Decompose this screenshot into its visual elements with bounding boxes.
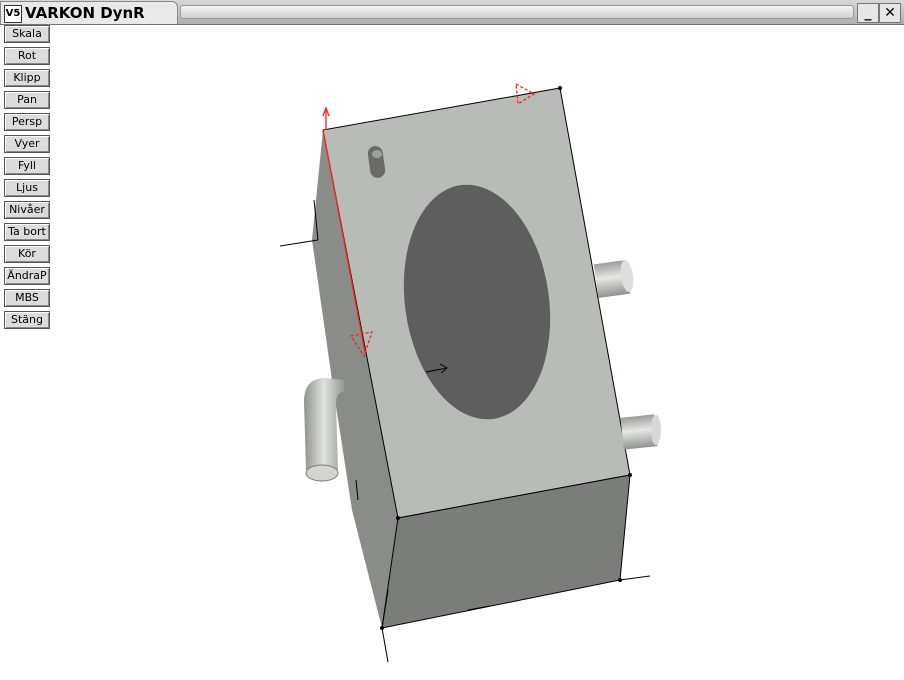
ljus-button[interactable]: Ljus xyxy=(4,179,50,197)
title-drag-area[interactable] xyxy=(180,5,854,19)
3d-viewport[interactable] xyxy=(56,25,904,680)
slot-hole-top xyxy=(372,150,382,158)
ta-bort-button[interactable]: Ta bort xyxy=(4,223,50,241)
title-tab: V5 VARKON DynR xyxy=(0,1,178,24)
command-toolbar: Skala Rot Klipp Pan Persp Vyer Fyll Ljus… xyxy=(3,25,53,333)
persp-button[interactable]: Persp xyxy=(4,113,50,131)
pipe-lower xyxy=(620,414,661,450)
app-icon[interactable]: V5 xyxy=(4,5,22,23)
fyll-button[interactable]: Fyll xyxy=(4,157,50,175)
skala-button[interactable]: Skala xyxy=(4,25,50,43)
minimize-button[interactable]: _ xyxy=(857,3,879,23)
rot-button[interactable]: Rot xyxy=(4,47,50,65)
klipp-button[interactable]: Klipp xyxy=(4,69,50,87)
close-button[interactable]: ✕ xyxy=(879,3,901,23)
andrap-button[interactable]: ÄndraP xyxy=(4,267,50,285)
title-bar[interactable]: V5 VARKON DynR _ ✕ xyxy=(0,0,904,25)
pan-button[interactable]: Pan xyxy=(4,91,50,109)
window-title: VARKON DynR xyxy=(25,4,145,22)
stang-button[interactable]: Stäng xyxy=(4,311,50,329)
pipe-upper xyxy=(593,259,634,299)
kor-button[interactable]: Kör xyxy=(4,245,50,263)
vyer-button[interactable]: Vyer xyxy=(4,135,50,153)
nivaer-button[interactable]: Nivåer xyxy=(4,201,50,219)
pipe-bent xyxy=(304,378,344,482)
mbs-button[interactable]: MBS xyxy=(4,289,50,307)
